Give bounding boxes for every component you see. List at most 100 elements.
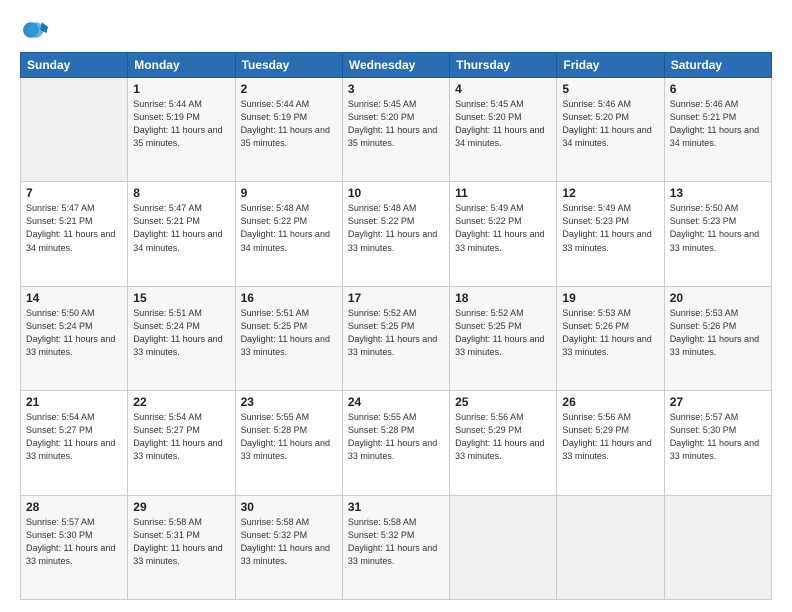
cell-info: Sunrise: 5:54 AMSunset: 5:27 PMDaylight:… (26, 411, 122, 463)
cell-info: Sunrise: 5:44 AMSunset: 5:19 PMDaylight:… (133, 98, 229, 150)
calendar-cell: 14 Sunrise: 5:50 AMSunset: 5:24 PMDaylig… (21, 286, 128, 390)
cell-info: Sunrise: 5:51 AMSunset: 5:25 PMDaylight:… (241, 307, 337, 359)
day-number: 16 (241, 291, 337, 305)
day-number: 21 (26, 395, 122, 409)
cell-info: Sunrise: 5:52 AMSunset: 5:25 PMDaylight:… (348, 307, 444, 359)
calendar-table: SundayMondayTuesdayWednesdayThursdayFrid… (20, 52, 772, 600)
calendar-cell (21, 78, 128, 182)
page: SundayMondayTuesdayWednesdayThursdayFrid… (0, 0, 792, 612)
day-number: 2 (241, 82, 337, 96)
calendar-cell: 9 Sunrise: 5:48 AMSunset: 5:22 PMDayligh… (235, 182, 342, 286)
cell-info: Sunrise: 5:55 AMSunset: 5:28 PMDaylight:… (348, 411, 444, 463)
calendar-cell: 31 Sunrise: 5:58 AMSunset: 5:32 PMDaylig… (342, 495, 449, 599)
calendar-cell: 18 Sunrise: 5:52 AMSunset: 5:25 PMDaylig… (450, 286, 557, 390)
weekday-header-wednesday: Wednesday (342, 53, 449, 78)
weekday-header-thursday: Thursday (450, 53, 557, 78)
cell-info: Sunrise: 5:57 AMSunset: 5:30 PMDaylight:… (26, 516, 122, 568)
cell-info: Sunrise: 5:48 AMSunset: 5:22 PMDaylight:… (348, 202, 444, 254)
day-number: 22 (133, 395, 229, 409)
day-number: 4 (455, 82, 551, 96)
day-number: 14 (26, 291, 122, 305)
calendar-cell: 1 Sunrise: 5:44 AMSunset: 5:19 PMDayligh… (128, 78, 235, 182)
weekday-header-monday: Monday (128, 53, 235, 78)
cell-info: Sunrise: 5:49 AMSunset: 5:23 PMDaylight:… (562, 202, 658, 254)
calendar-cell (557, 495, 664, 599)
calendar-cell (664, 495, 771, 599)
cell-info: Sunrise: 5:51 AMSunset: 5:24 PMDaylight:… (133, 307, 229, 359)
week-row-4: 21 Sunrise: 5:54 AMSunset: 5:27 PMDaylig… (21, 391, 772, 495)
day-number: 31 (348, 500, 444, 514)
week-row-3: 14 Sunrise: 5:50 AMSunset: 5:24 PMDaylig… (21, 286, 772, 390)
cell-info: Sunrise: 5:50 AMSunset: 5:23 PMDaylight:… (670, 202, 766, 254)
calendar-cell: 8 Sunrise: 5:47 AMSunset: 5:21 PMDayligh… (128, 182, 235, 286)
cell-info: Sunrise: 5:44 AMSunset: 5:19 PMDaylight:… (241, 98, 337, 150)
weekday-header-row: SundayMondayTuesdayWednesdayThursdayFrid… (21, 53, 772, 78)
day-number: 29 (133, 500, 229, 514)
calendar-cell: 26 Sunrise: 5:56 AMSunset: 5:29 PMDaylig… (557, 391, 664, 495)
day-number: 18 (455, 291, 551, 305)
week-row-1: 1 Sunrise: 5:44 AMSunset: 5:19 PMDayligh… (21, 78, 772, 182)
day-number: 24 (348, 395, 444, 409)
day-number: 12 (562, 186, 658, 200)
day-number: 1 (133, 82, 229, 96)
cell-info: Sunrise: 5:46 AMSunset: 5:20 PMDaylight:… (562, 98, 658, 150)
cell-info: Sunrise: 5:45 AMSunset: 5:20 PMDaylight:… (348, 98, 444, 150)
day-number: 17 (348, 291, 444, 305)
calendar-cell: 7 Sunrise: 5:47 AMSunset: 5:21 PMDayligh… (21, 182, 128, 286)
calendar-cell: 24 Sunrise: 5:55 AMSunset: 5:28 PMDaylig… (342, 391, 449, 495)
day-number: 11 (455, 186, 551, 200)
calendar-cell: 12 Sunrise: 5:49 AMSunset: 5:23 PMDaylig… (557, 182, 664, 286)
cell-info: Sunrise: 5:58 AMSunset: 5:32 PMDaylight:… (348, 516, 444, 568)
day-number: 20 (670, 291, 766, 305)
calendar-cell: 6 Sunrise: 5:46 AMSunset: 5:21 PMDayligh… (664, 78, 771, 182)
day-number: 25 (455, 395, 551, 409)
cell-info: Sunrise: 5:55 AMSunset: 5:28 PMDaylight:… (241, 411, 337, 463)
cell-info: Sunrise: 5:48 AMSunset: 5:22 PMDaylight:… (241, 202, 337, 254)
cell-info: Sunrise: 5:56 AMSunset: 5:29 PMDaylight:… (455, 411, 551, 463)
logo-icon (20, 16, 48, 44)
calendar-cell: 3 Sunrise: 5:45 AMSunset: 5:20 PMDayligh… (342, 78, 449, 182)
cell-info: Sunrise: 5:47 AMSunset: 5:21 PMDaylight:… (26, 202, 122, 254)
calendar-cell: 20 Sunrise: 5:53 AMSunset: 5:26 PMDaylig… (664, 286, 771, 390)
day-number: 30 (241, 500, 337, 514)
weekday-header-friday: Friday (557, 53, 664, 78)
calendar-cell: 23 Sunrise: 5:55 AMSunset: 5:28 PMDaylig… (235, 391, 342, 495)
day-number: 28 (26, 500, 122, 514)
day-number: 27 (670, 395, 766, 409)
cell-info: Sunrise: 5:58 AMSunset: 5:32 PMDaylight:… (241, 516, 337, 568)
day-number: 13 (670, 186, 766, 200)
calendar-cell: 27 Sunrise: 5:57 AMSunset: 5:30 PMDaylig… (664, 391, 771, 495)
day-number: 10 (348, 186, 444, 200)
day-number: 6 (670, 82, 766, 96)
cell-info: Sunrise: 5:49 AMSunset: 5:22 PMDaylight:… (455, 202, 551, 254)
calendar-cell: 13 Sunrise: 5:50 AMSunset: 5:23 PMDaylig… (664, 182, 771, 286)
cell-info: Sunrise: 5:45 AMSunset: 5:20 PMDaylight:… (455, 98, 551, 150)
cell-info: Sunrise: 5:56 AMSunset: 5:29 PMDaylight:… (562, 411, 658, 463)
day-number: 5 (562, 82, 658, 96)
day-number: 26 (562, 395, 658, 409)
weekday-header-sunday: Sunday (21, 53, 128, 78)
cell-info: Sunrise: 5:57 AMSunset: 5:30 PMDaylight:… (670, 411, 766, 463)
cell-info: Sunrise: 5:53 AMSunset: 5:26 PMDaylight:… (670, 307, 766, 359)
logo (20, 16, 52, 44)
calendar-cell (450, 495, 557, 599)
day-number: 23 (241, 395, 337, 409)
cell-info: Sunrise: 5:50 AMSunset: 5:24 PMDaylight:… (26, 307, 122, 359)
calendar-cell: 28 Sunrise: 5:57 AMSunset: 5:30 PMDaylig… (21, 495, 128, 599)
calendar-cell: 30 Sunrise: 5:58 AMSunset: 5:32 PMDaylig… (235, 495, 342, 599)
calendar-cell: 16 Sunrise: 5:51 AMSunset: 5:25 PMDaylig… (235, 286, 342, 390)
calendar-cell: 21 Sunrise: 5:54 AMSunset: 5:27 PMDaylig… (21, 391, 128, 495)
calendar-cell: 15 Sunrise: 5:51 AMSunset: 5:24 PMDaylig… (128, 286, 235, 390)
day-number: 15 (133, 291, 229, 305)
calendar-cell: 2 Sunrise: 5:44 AMSunset: 5:19 PMDayligh… (235, 78, 342, 182)
day-number: 9 (241, 186, 337, 200)
calendar-cell: 4 Sunrise: 5:45 AMSunset: 5:20 PMDayligh… (450, 78, 557, 182)
calendar-cell: 11 Sunrise: 5:49 AMSunset: 5:22 PMDaylig… (450, 182, 557, 286)
week-row-2: 7 Sunrise: 5:47 AMSunset: 5:21 PMDayligh… (21, 182, 772, 286)
week-row-5: 28 Sunrise: 5:57 AMSunset: 5:30 PMDaylig… (21, 495, 772, 599)
day-number: 8 (133, 186, 229, 200)
day-number: 3 (348, 82, 444, 96)
header (20, 16, 772, 44)
cell-info: Sunrise: 5:52 AMSunset: 5:25 PMDaylight:… (455, 307, 551, 359)
calendar-cell: 10 Sunrise: 5:48 AMSunset: 5:22 PMDaylig… (342, 182, 449, 286)
